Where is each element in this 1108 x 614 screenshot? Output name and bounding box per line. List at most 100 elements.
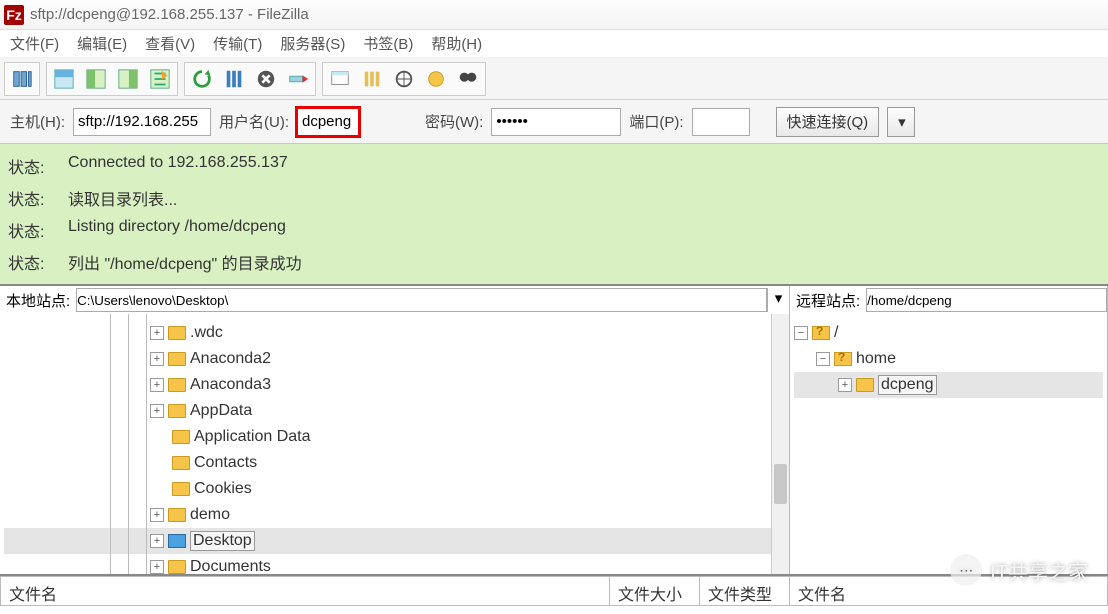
log-line: Connected to 192.168.255.137	[68, 154, 288, 178]
tree-item-label: dcpeng	[878, 375, 937, 395]
log-label: 状态:	[8, 250, 50, 274]
tree-item-label: Cookies	[194, 480, 252, 498]
expand-icon[interactable]: +	[150, 560, 164, 574]
col-filetype[interactable]: 文件类型	[700, 576, 790, 606]
menu-bookmarks[interactable]: 书签(B)	[363, 33, 413, 54]
folder-icon	[168, 326, 186, 340]
site-row: 本地站点: ▾ 远程站点:	[0, 286, 1108, 314]
folder-unknown-icon	[812, 326, 830, 340]
toggle-local-tree-button[interactable]	[81, 64, 111, 94]
folder-icon	[856, 378, 874, 392]
tree-item-user[interactable]: + dcpeng	[794, 372, 1103, 398]
tree-item-root[interactable]: − /	[794, 320, 1103, 346]
host-input[interactable]	[73, 108, 211, 136]
password-input[interactable]	[491, 108, 621, 136]
compare-button[interactable]	[389, 64, 419, 94]
tree-item-label: demo	[190, 506, 230, 524]
toggle-log-button[interactable]	[49, 64, 79, 94]
tree-item-label: Anaconda2	[190, 350, 271, 368]
file-list-header: 文件名 文件大小 文件类型 文件名	[0, 576, 1108, 606]
watermark-text: IT共享之家	[990, 556, 1088, 585]
expand-icon[interactable]: +	[150, 326, 164, 340]
reconnect-button[interactable]	[325, 64, 355, 94]
tree-item-label: Documents	[190, 558, 271, 574]
local-tree[interactable]: + .wdc + Anaconda2 + Anaconda3 + AppData Applica…	[0, 314, 790, 574]
tree-item-home[interactable]: − home	[794, 346, 1103, 372]
tree-item-label: Desktop	[190, 531, 255, 551]
tree-item-label: .wdc	[190, 324, 223, 342]
expand-icon[interactable]: +	[150, 508, 164, 522]
menu-server[interactable]: 服务器(S)	[280, 33, 345, 54]
log-line: 读取目录列表...	[68, 186, 177, 210]
expand-icon[interactable]: +	[150, 352, 164, 366]
menu-edit[interactable]: 编辑(E)	[77, 33, 127, 54]
menu-view[interactable]: 查看(V)	[145, 33, 195, 54]
sync-browse-button[interactable]	[421, 64, 451, 94]
password-label: 密码(W):	[425, 111, 483, 132]
quickconnect-button[interactable]: 快速连接(Q)	[776, 107, 880, 137]
port-input[interactable]	[692, 108, 750, 136]
local-site-dropdown[interactable]: ▾	[767, 288, 789, 312]
toggle-remote-tree-button[interactable]	[113, 64, 143, 94]
username-input[interactable]	[297, 108, 359, 136]
desktop-icon	[168, 534, 186, 548]
disconnect-button[interactable]	[283, 64, 313, 94]
toggle-queue-button[interactable]	[145, 64, 175, 94]
col-filename[interactable]: 文件名	[0, 576, 610, 606]
app-logo-icon: Fz	[4, 5, 24, 25]
tree-item-label: Contacts	[194, 454, 257, 472]
collapse-icon[interactable]: −	[816, 352, 830, 366]
log-line: Listing directory /home/dcpeng	[68, 218, 286, 242]
remote-tree[interactable]: − / − home + dcpeng	[790, 314, 1108, 574]
menu-help[interactable]: 帮助(H)	[431, 33, 482, 54]
tree-item-label: AppData	[190, 402, 252, 420]
tree-item-label: home	[856, 350, 896, 368]
filter-button[interactable]	[357, 64, 387, 94]
expand-icon[interactable]: +	[838, 378, 852, 392]
folder-icon	[172, 482, 190, 496]
sitemanager-button[interactable]	[7, 64, 37, 94]
quickconnect-dropdown[interactable]: ▾	[887, 107, 915, 137]
local-site-path[interactable]	[76, 288, 767, 312]
watermark: ⋯ IT共享之家	[950, 554, 1088, 586]
col-filesize[interactable]: 文件大小	[610, 576, 700, 606]
search-button[interactable]	[453, 64, 483, 94]
user-label: 用户名(U):	[219, 111, 289, 132]
toolbar	[0, 58, 1108, 100]
scrollbar-thumb[interactable]	[774, 464, 787, 504]
refresh-button[interactable]	[187, 64, 217, 94]
collapse-icon[interactable]: −	[794, 326, 808, 340]
tree-item-label: Application Data	[194, 428, 311, 446]
cancel-button[interactable]	[251, 64, 281, 94]
remote-site-label: 远程站点:	[790, 290, 866, 311]
host-label: 主机(H):	[10, 111, 65, 132]
title-bar: Fz sftp://dcpeng@192.168.255.137 - FileZ…	[0, 0, 1108, 30]
quickconnect-bar: 主机(H): 用户名(U): 密码(W): 端口(P): 快速连接(Q) ▾	[0, 100, 1108, 144]
tree-panes: + .wdc + Anaconda2 + Anaconda3 + AppData Applica…	[0, 314, 1108, 576]
expand-icon[interactable]: +	[150, 378, 164, 392]
folder-icon	[172, 456, 190, 470]
window-title: sftp://dcpeng@192.168.255.137 - FileZill…	[30, 6, 309, 23]
log-label: 状态:	[8, 186, 50, 210]
folder-icon	[172, 430, 190, 444]
folder-icon	[168, 560, 186, 574]
port-label: 端口(P):	[629, 111, 683, 132]
expand-icon[interactable]: +	[150, 534, 164, 548]
log-line: 列出 "/home/dcpeng" 的目录成功	[68, 250, 302, 274]
process-queue-button[interactable]	[219, 64, 249, 94]
tree-item-label: /	[834, 324, 838, 342]
folder-icon	[168, 378, 186, 392]
menu-transfer[interactable]: 传输(T)	[213, 33, 262, 54]
folder-icon	[168, 352, 186, 366]
menu-bar: 文件(F) 编辑(E) 查看(V) 传输(T) 服务器(S) 书签(B) 帮助(…	[0, 30, 1108, 58]
log-label: 状态:	[8, 154, 50, 178]
local-scrollbar[interactable]	[771, 314, 789, 574]
folder-icon	[168, 404, 186, 418]
log-label: 状态:	[8, 218, 50, 242]
folder-unknown-icon	[834, 352, 852, 366]
expand-icon[interactable]: +	[150, 404, 164, 418]
menu-file[interactable]: 文件(F)	[10, 33, 59, 54]
folder-icon	[168, 508, 186, 522]
tree-item-label: Anaconda3	[190, 376, 271, 394]
remote-site-path[interactable]	[866, 288, 1107, 312]
